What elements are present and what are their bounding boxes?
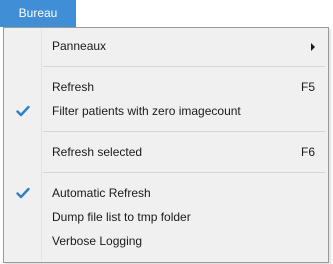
menu-item-label: Refresh (52, 80, 95, 94)
menu-item-filter-zero-imagecount[interactable]: Filter patients with zero imagecount (5, 99, 327, 123)
menu-item-panneaux[interactable]: Panneaux (5, 34, 327, 58)
check-icon (16, 105, 30, 117)
check-icon (16, 187, 30, 199)
menu-item-label: Refresh selected (52, 145, 143, 159)
menu-item-label: Dump file list to tmp folder (52, 210, 191, 224)
menu-separator (43, 131, 325, 132)
menu-item-label: Filter patients with zero imagecount (52, 104, 241, 118)
menu-item-refresh[interactable]: Refresh F5 (5, 75, 327, 99)
menu-item-label: Automatic Refresh (52, 186, 151, 200)
menu-item-automatic-refresh[interactable]: Automatic Refresh (5, 181, 327, 205)
menu-bureau[interactable]: Bureau (0, 0, 76, 27)
menu-separator (43, 66, 325, 67)
shortcut-label: F5 (300, 80, 315, 94)
menu-item-label: Panneaux (52, 39, 107, 53)
chevron-right-icon (311, 43, 315, 51)
menu-item-refresh-selected[interactable]: Refresh selected F6 (5, 140, 327, 164)
menu-item-label: Verbose Logging (52, 234, 143, 248)
menu-separator (43, 172, 325, 173)
menu-item-dump-file-list[interactable]: Dump file list to tmp folder (5, 205, 327, 229)
menu-bar: Bureau (0, 0, 333, 27)
shortcut-label: F6 (300, 145, 315, 159)
menu-item-verbose-logging[interactable]: Verbose Logging (5, 229, 327, 253)
dropdown-menu: Panneaux Refresh F5 Filter patients with… (3, 27, 329, 263)
